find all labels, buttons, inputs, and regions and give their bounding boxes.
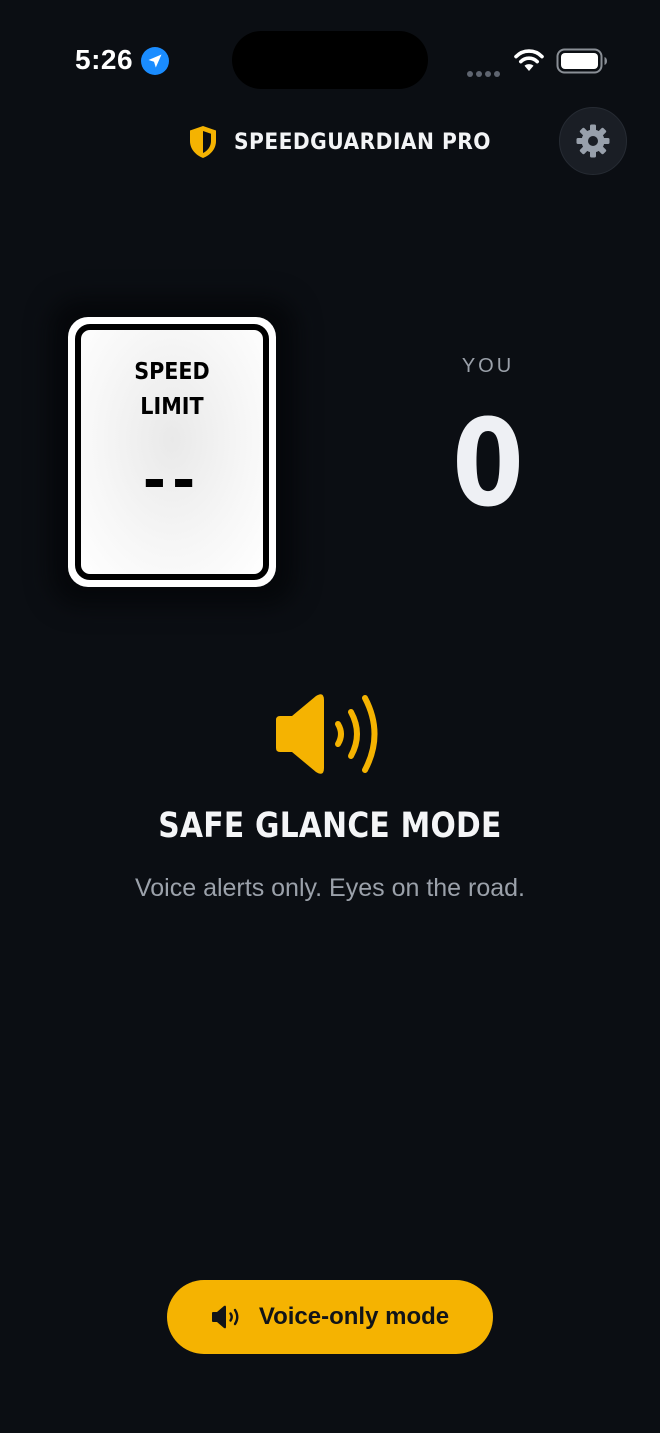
- voice-only-mode-button[interactable]: Voice-only mode: [167, 1280, 493, 1354]
- signal-dots-icon: [467, 64, 503, 82]
- location-arrow-icon: [141, 47, 169, 75]
- gear-icon: [576, 124, 610, 158]
- shield-icon: [190, 126, 216, 158]
- wifi-icon: [514, 49, 544, 71]
- current-speed-value: 0: [452, 395, 524, 534]
- speed-limit-value: --: [142, 448, 202, 513]
- speed-limit-label: SPEED LIMIT: [134, 359, 210, 420]
- status-time: 5:26: [75, 44, 134, 75]
- speaker-icon: [276, 694, 378, 774]
- speaker-icon: [211, 1305, 239, 1329]
- speed-limit-sign: SPEED LIMIT --: [68, 317, 276, 587]
- mode-title: SAFE GLANCE MODE: [158, 806, 502, 846]
- app-header: SPEEDGUARDIAN PRO: [188, 124, 513, 160]
- battery-icon: [556, 48, 607, 74]
- settings-button[interactable]: [559, 107, 627, 175]
- voice-only-mode-label: Voice-only mode: [258, 1303, 450, 1330]
- mode-subtitle: Voice alerts only. Eyes on the road.: [134, 874, 526, 902]
- app-title: SPEEDGUARDIAN PRO: [234, 129, 491, 155]
- current-speed-label: YOU: [461, 355, 515, 377]
- dynamic-island: [232, 31, 428, 89]
